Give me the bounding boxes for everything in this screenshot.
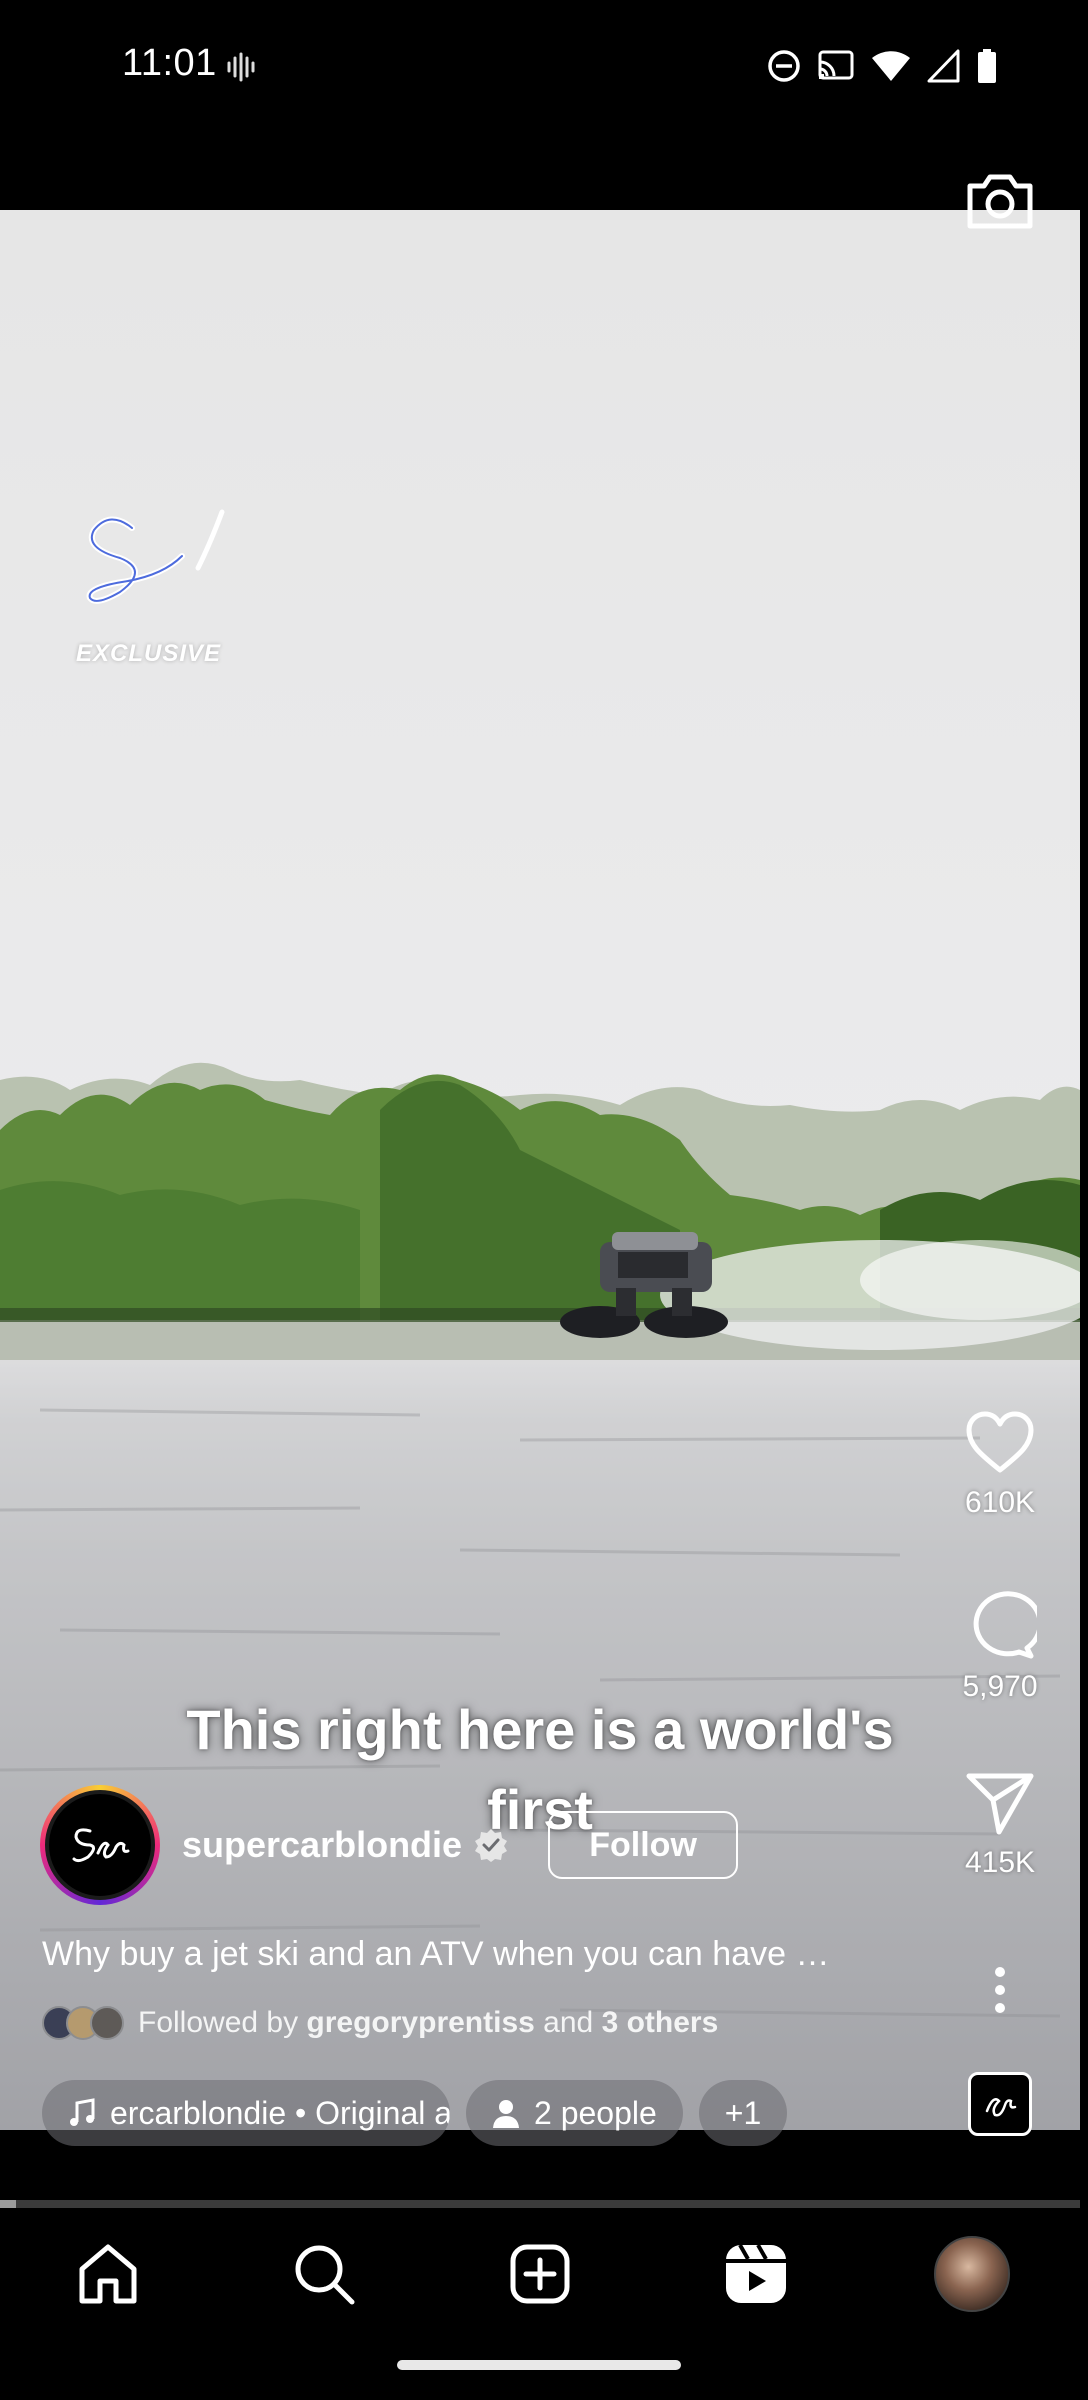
- signal-icon: [927, 49, 960, 83]
- nav-reels[interactable]: [718, 2236, 794, 2312]
- video-progress-bar[interactable]: [0, 2200, 1080, 2208]
- audio-chip-label: ercarblondie • Original a: [110, 2094, 450, 2131]
- comment-action[interactable]: 5,970: [940, 1590, 1060, 1704]
- do-not-disturb-icon: [768, 50, 800, 82]
- people-chip-label: 2 people: [534, 2094, 657, 2131]
- wifi-icon: [872, 51, 910, 81]
- status-time: 11:01: [122, 42, 217, 84]
- audio-logo: [985, 2098, 1017, 2117]
- nav-search[interactable]: [286, 2236, 362, 2312]
- more-options-icon[interactable]: [940, 1962, 1060, 2022]
- comment-count: 5,970: [962, 1670, 1038, 1703]
- voice-activity-icon: [227, 52, 255, 82]
- person-icon: [493, 2100, 519, 2128]
- author-avatar[interactable]: [40, 1785, 160, 1905]
- author-logo: [72, 1828, 130, 1863]
- audio-thumbnail[interactable]: [968, 2072, 1032, 2136]
- like-action[interactable]: 610K: [940, 1410, 1060, 1520]
- followed-by-text: Followed by gregoryprentiss and 3 others: [138, 2006, 719, 2039]
- status-bar: 11:01: [0, 0, 1088, 130]
- follow-button[interactable]: Follow: [548, 1811, 739, 1879]
- nav-home[interactable]: [70, 2236, 146, 2312]
- music-note-icon: [70, 2098, 95, 2126]
- bottom-navigation: [0, 2218, 1088, 2328]
- more-chip-label: +1: [724, 2094, 762, 2131]
- like-count: 610K: [964, 1486, 1036, 1519]
- comment-icon[interactable]: [963, 1590, 1037, 1660]
- more-chip[interactable]: +1: [698, 2080, 788, 2146]
- battery-icon: [978, 49, 996, 83]
- reel-chips: ercarblondie • Original a 2 people +1: [42, 2080, 788, 2146]
- verified-badge-icon: [475, 1829, 508, 1862]
- nav-create[interactable]: [502, 2236, 578, 2312]
- people-chip[interactable]: 2 people: [466, 2080, 683, 2146]
- camera-icon[interactable]: [964, 168, 1036, 232]
- profile-avatar[interactable]: [934, 2236, 1010, 2312]
- reels-icon: [726, 2244, 786, 2303]
- audio-chip[interactable]: ercarblondie • Original a: [42, 2080, 450, 2146]
- watermark-label: EXCLUSIVE: [76, 640, 222, 667]
- author-username[interactable]: supercarblondie: [182, 1824, 462, 1866]
- follower-avatar: [90, 2006, 124, 2040]
- heart-icon[interactable]: [963, 1410, 1037, 1476]
- share-count: 415K: [964, 1846, 1036, 1879]
- video-progress-fill: [0, 2200, 17, 2208]
- follower-avatars: [42, 2006, 124, 2040]
- create-icon: [510, 2244, 570, 2304]
- share-action[interactable]: 415K: [940, 1770, 1060, 1880]
- status-icons: [766, 46, 998, 86]
- search-icon: [295, 2245, 355, 2305]
- followed-by-row[interactable]: Followed by gregoryprentiss and 3 others: [42, 2006, 718, 2040]
- home-icon: [79, 2244, 137, 2304]
- brand-watermark-logo: [86, 509, 225, 604]
- cast-icon: [818, 50, 854, 80]
- video-edge: [1080, 210, 1088, 2130]
- home-indicator[interactable]: [397, 2360, 681, 2370]
- post-description[interactable]: Why buy a jet ski and an ATV when you ca…: [42, 1935, 902, 1974]
- send-icon[interactable]: [965, 1770, 1035, 1836]
- author-row: supercarblondie Follow: [40, 1785, 739, 1905]
